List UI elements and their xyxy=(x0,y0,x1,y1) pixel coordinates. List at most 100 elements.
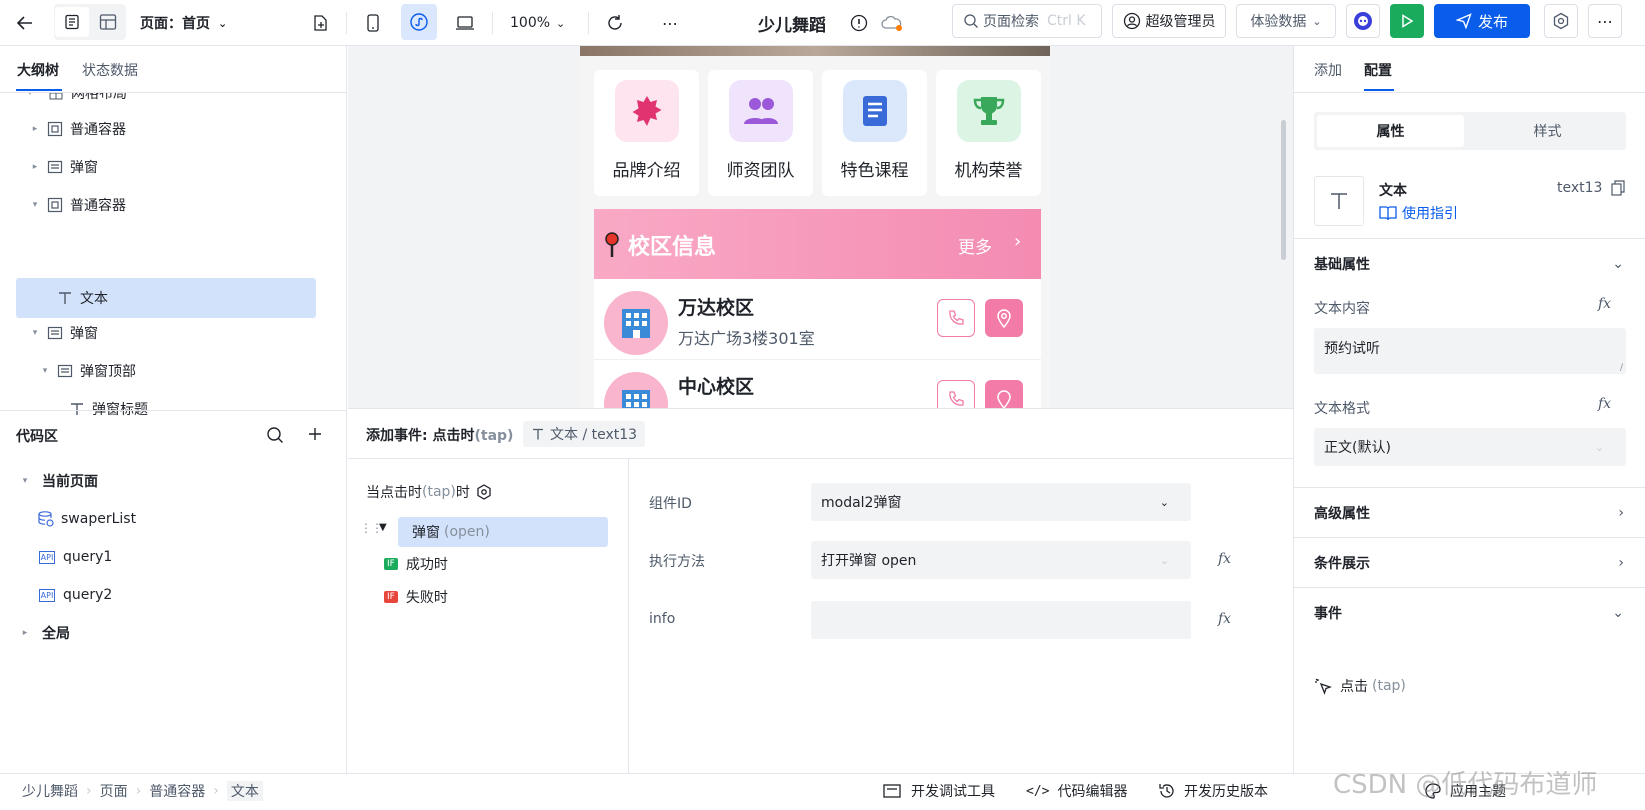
nav-card[interactable]: 师资团队 xyxy=(708,70,813,196)
method-select[interactable]: 打开弹窗 open ⌄ xyxy=(811,541,1191,579)
breadcrumb-item[interactable]: 页面 xyxy=(100,781,128,801)
code-editor-button[interactable]: </> 代码编辑器 xyxy=(1026,781,1127,801)
segment-properties[interactable]: 属性 xyxy=(1317,115,1464,147)
info-icon[interactable] xyxy=(846,8,872,38)
event-item-tap[interactable]: 点击 (tap) xyxy=(1314,676,1406,696)
code-item[interactable]: API query1 xyxy=(37,539,112,575)
ai-assistant-icon[interactable] xyxy=(1346,4,1380,38)
api-icon: API xyxy=(38,550,56,564)
refresh-icon[interactable] xyxy=(600,8,630,38)
tree-node[interactable]: ▾ 弹窗顶部 xyxy=(40,353,136,389)
tree-node[interactable]: ▸ 普通容器 xyxy=(30,111,126,147)
fx-icon[interactable]: fx xyxy=(1598,296,1611,312)
banner-more-link[interactable]: 更多 xyxy=(958,233,992,258)
zoom-selector[interactable]: 100% ⌄ xyxy=(510,8,565,38)
history-button[interactable]: 开发历史版本 xyxy=(1158,781,1268,801)
fail-branch[interactable]: IF 失败时 xyxy=(384,587,448,607)
location-icon[interactable] xyxy=(985,299,1023,337)
copy-icon[interactable] xyxy=(1611,180,1625,200)
text-format-select[interactable]: 正文(默认) ⌄ xyxy=(1314,428,1626,466)
page-view-icon[interactable] xyxy=(55,7,89,37)
text-content-textarea[interactable]: 预约试听 ∕ xyxy=(1314,328,1626,374)
nav-card[interactable]: 特色课程 xyxy=(822,70,927,196)
chevron-down-icon: ⌄ xyxy=(1159,553,1169,567)
usage-guide-link[interactable]: 使用指引 xyxy=(1379,203,1458,223)
settings-icon[interactable] xyxy=(1544,4,1578,38)
tree-node[interactable]: ▸ 弹窗 xyxy=(30,149,98,185)
code-global[interactable]: ▸ 全局 xyxy=(20,615,70,651)
user-menu[interactable]: 超级管理员 xyxy=(1112,4,1226,38)
more-menu-icon[interactable]: ⋯ xyxy=(1588,4,1622,38)
nav-card[interactable]: 品牌介绍 xyxy=(594,70,699,196)
phone-call-icon[interactable] xyxy=(937,299,975,337)
caret-right-icon[interactable]: ▸ xyxy=(30,124,40,134)
caret-right-icon[interactable]: ▸ xyxy=(30,162,40,172)
breadcrumb-item-current[interactable]: 文本 xyxy=(226,781,263,801)
page-search-input[interactable]: 页面检索 Ctrl K xyxy=(952,4,1102,38)
caret-down-icon[interactable]: ▾ xyxy=(30,328,40,338)
advanced-properties-header[interactable]: 高级属性 › xyxy=(1294,487,1645,537)
code-current-page[interactable]: ▾ 当前页面 xyxy=(20,463,98,499)
back-icon[interactable] xyxy=(10,8,40,38)
code-item[interactable]: API query2 xyxy=(37,577,112,613)
segment-styles[interactable]: 样式 xyxy=(1474,115,1621,147)
mobile-preview-icon[interactable] xyxy=(357,8,389,38)
top-toolbar: 页面：首页 ⌄ 100% ⌄ ⋯ 少儿舞蹈 页面检索 Ctrl K 超级管理员 … xyxy=(0,0,1645,46)
layout-view-icon[interactable] xyxy=(91,7,125,37)
caret-down-icon[interactable]: ▼ xyxy=(379,522,387,533)
tab-state-data[interactable]: 状态数据 xyxy=(82,60,138,80)
events-header[interactable]: 事件 ⌄ xyxy=(1294,587,1645,637)
tree-node[interactable]: ▾ 弹窗 xyxy=(30,315,98,351)
fx-icon[interactable]: fx xyxy=(1218,551,1231,567)
devtools-button[interactable]: 开发调试工具 xyxy=(883,781,995,801)
caret-down-icon[interactable]: ▾ xyxy=(40,366,50,376)
basic-properties-header[interactable]: 基础属性 ⌄ xyxy=(1294,238,1645,288)
code-item-label: query2 xyxy=(63,587,113,603)
tab-add[interactable]: 添加 xyxy=(1314,60,1342,80)
nav-card[interactable]: 机构荣誉 xyxy=(936,70,1041,196)
fx-icon[interactable]: fx xyxy=(1598,396,1611,412)
tree-node[interactable]: ▾ 普通容器 xyxy=(30,187,126,223)
run-preview-button[interactable] xyxy=(1390,4,1424,38)
caret-right-icon: ▸ xyxy=(22,628,28,638)
resize-handle-icon[interactable]: ∕ xyxy=(1620,363,1623,373)
caret-down-icon[interactable]: ▾ xyxy=(30,200,40,210)
more-icon[interactable]: ⋯ xyxy=(655,8,685,38)
tree-node[interactable]: ▾ 网格布局 xyxy=(25,93,127,111)
canvas-scrollbar[interactable] xyxy=(1281,120,1286,260)
search-icon[interactable] xyxy=(266,426,284,448)
miniprogram-preview-icon[interactable] xyxy=(401,4,437,40)
brand-icon xyxy=(615,80,679,142)
campus-item[interactable]: 中心校区 xyxy=(594,359,1041,408)
action-node[interactable]: 弹窗 (open) xyxy=(398,517,608,547)
add-icon[interactable] xyxy=(307,426,323,446)
phone-call-icon[interactable] xyxy=(937,380,975,408)
component-id-select[interactable]: modal2弹窗 ⌄ xyxy=(811,483,1191,521)
success-branch[interactable]: IF 成功时 xyxy=(384,554,448,574)
desktop-preview-icon[interactable] xyxy=(447,8,483,38)
tree-node-label: 普通容器 xyxy=(70,198,126,214)
tree-node-label: 弹窗顶部 xyxy=(80,364,136,380)
page-selector[interactable]: 页面：首页 ⌄ xyxy=(140,8,227,38)
breadcrumb-item[interactable]: 少儿舞蹈 xyxy=(22,781,78,801)
breadcrumb-item[interactable]: 普通容器 xyxy=(149,781,205,801)
text-icon xyxy=(533,428,543,440)
cloud-sync-icon[interactable] xyxy=(878,8,906,38)
fx-icon[interactable]: fx xyxy=(1218,611,1231,627)
conditional-display-header[interactable]: 条件展示 › xyxy=(1294,537,1645,587)
campus-item[interactable]: 万达校区 万达广场3楼301室 xyxy=(594,279,1041,359)
location-icon[interactable] xyxy=(985,380,1023,408)
campus-banner[interactable]: 校区信息 更多 › xyxy=(594,209,1041,279)
tree-node-selected[interactable]: 文本 xyxy=(16,278,316,318)
tab-config[interactable]: 配置 xyxy=(1364,60,1392,80)
tree-node[interactable]: 弹窗标题 xyxy=(68,391,148,427)
code-item-label: swaperList xyxy=(61,511,137,527)
publish-button[interactable]: 发布 xyxy=(1434,4,1530,38)
tree-node-label: 弹窗标题 xyxy=(92,402,148,418)
data-mode-select[interactable]: 体验数据 ⌄ xyxy=(1236,4,1336,38)
info-input[interactable] xyxy=(811,601,1191,639)
tab-outline[interactable]: 大纲树 xyxy=(17,60,59,80)
code-item[interactable]: swaperList xyxy=(37,501,136,537)
add-page-icon[interactable] xyxy=(306,8,336,38)
settings-icon[interactable] xyxy=(476,484,492,500)
